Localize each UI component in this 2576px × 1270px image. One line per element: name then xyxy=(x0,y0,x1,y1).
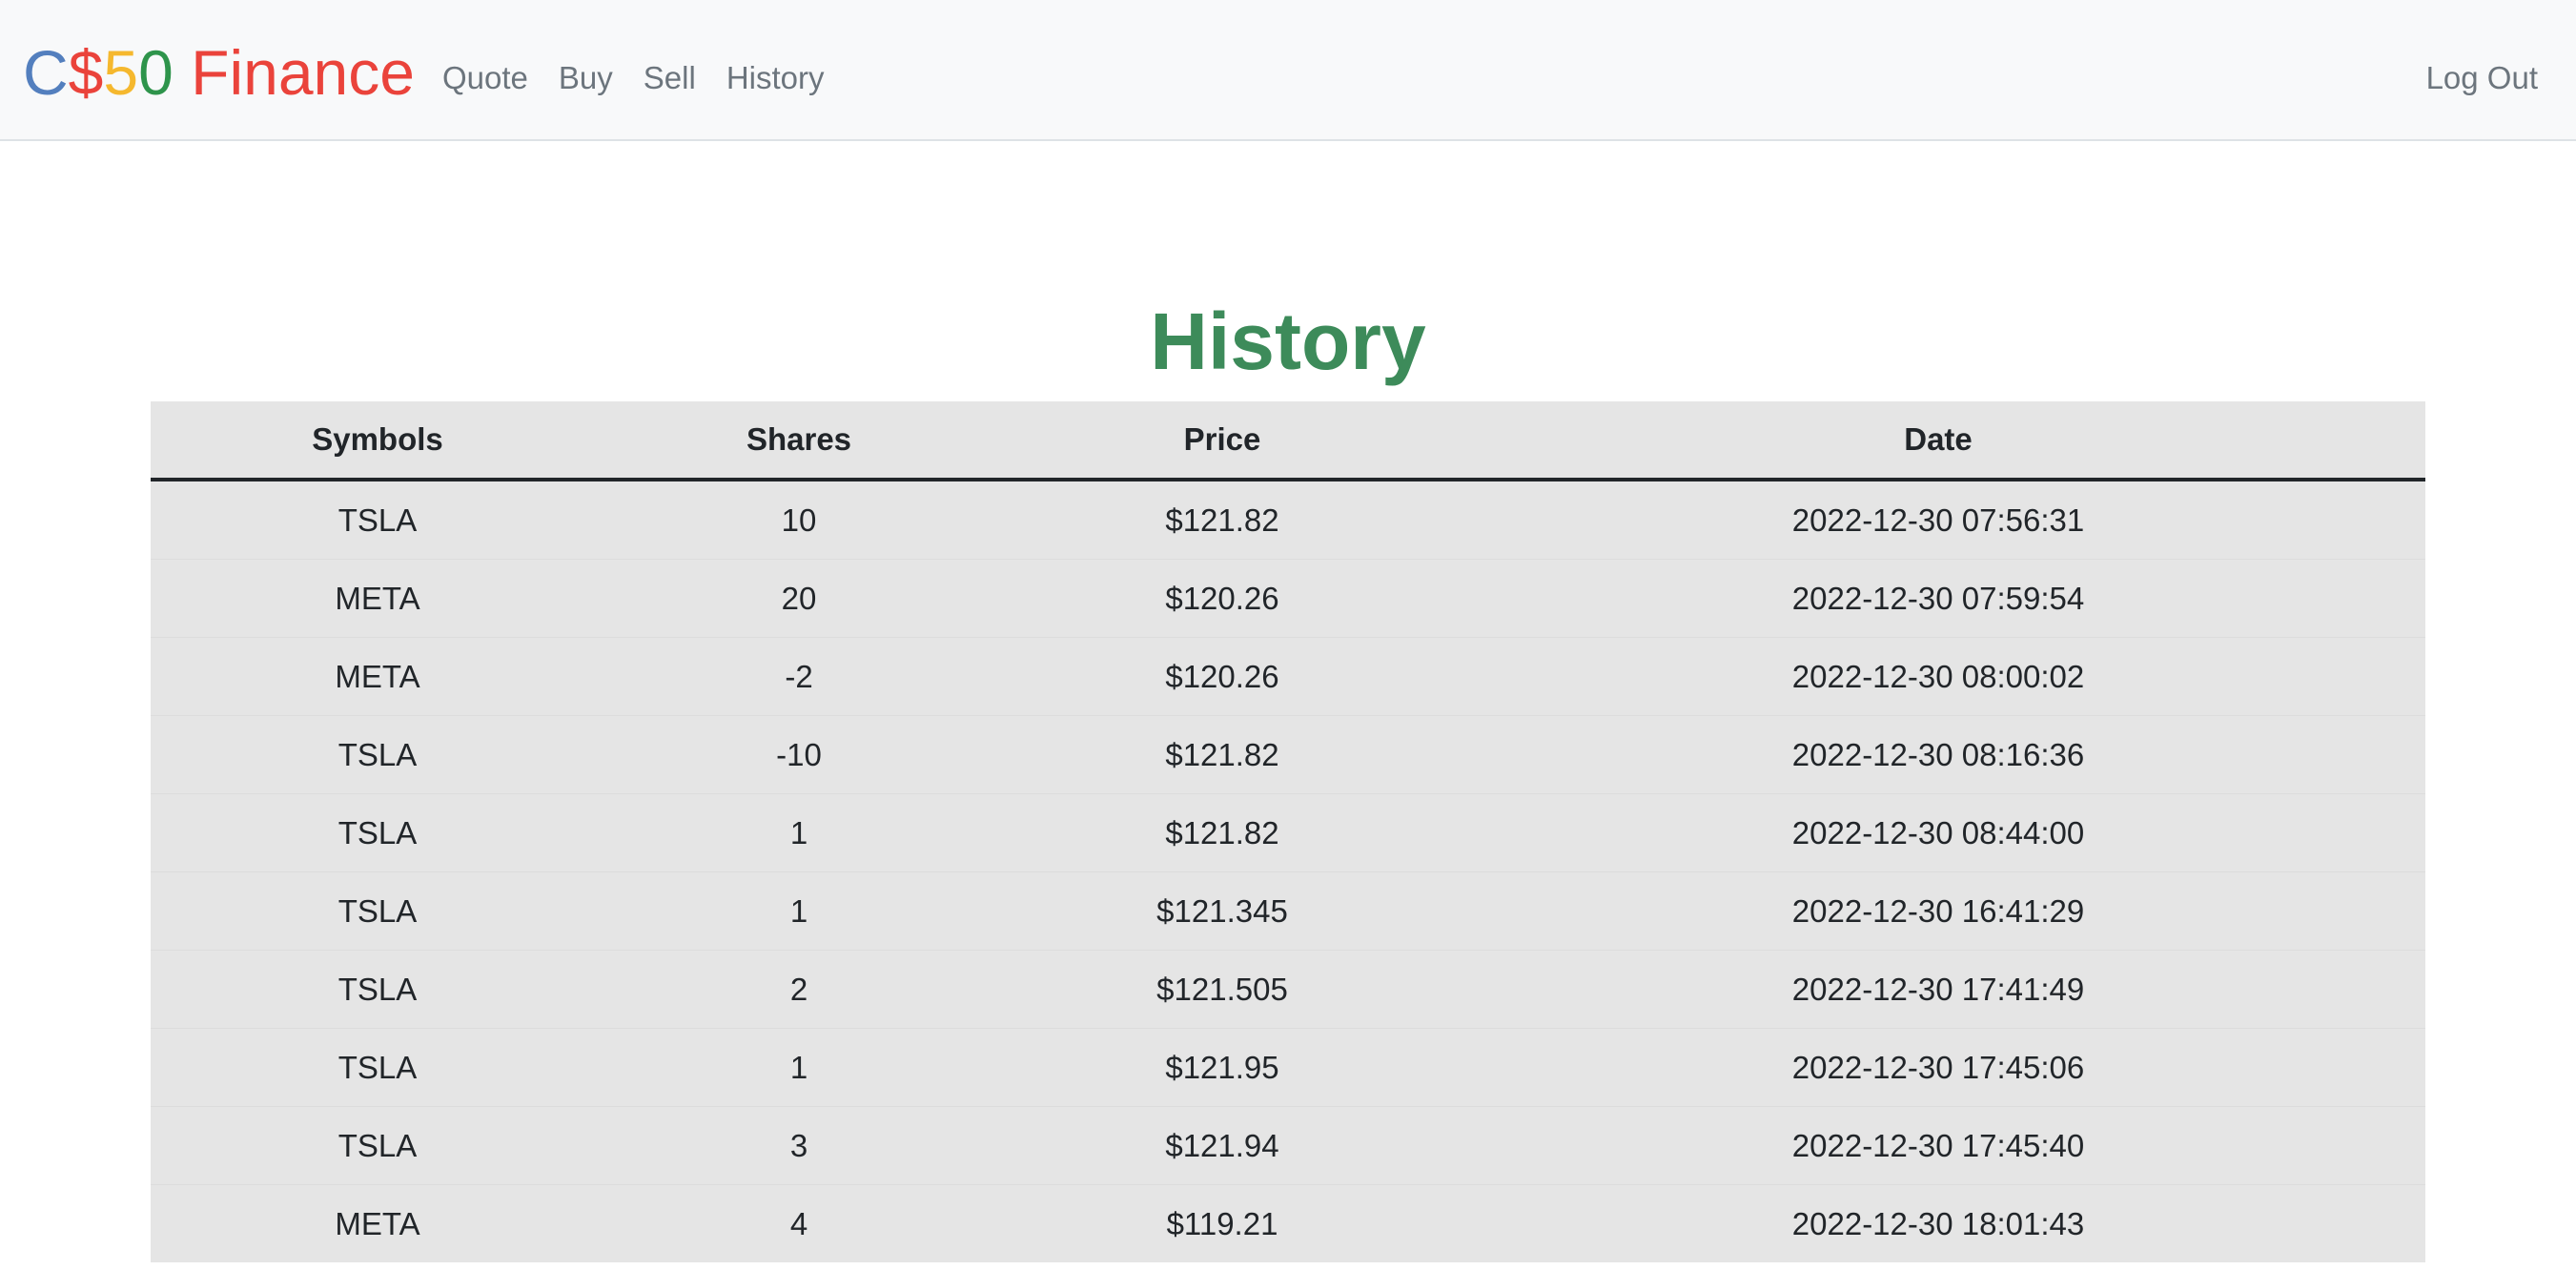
cell-date: 2022-12-30 17:41:49 xyxy=(1451,950,2425,1029)
cell-symbol: TSLA xyxy=(151,479,604,560)
cell-shares: 3 xyxy=(604,1106,993,1185)
brand-char-5: 5 xyxy=(103,37,139,108)
cell-date: 2022-12-30 17:45:40 xyxy=(1451,1106,2425,1185)
cell-shares: -2 xyxy=(604,637,993,716)
table-row: META 4 $119.21 2022-12-30 18:01:43 xyxy=(151,1184,2425,1262)
cell-shares: 2 xyxy=(604,950,993,1029)
header-price: Price xyxy=(993,401,1451,481)
cell-date: 2022-12-30 08:16:36 xyxy=(1451,715,2425,794)
brand-char-c: C xyxy=(23,37,69,108)
cell-symbol: TSLA xyxy=(151,871,604,951)
header-symbols: Symbols xyxy=(151,401,604,481)
table-header: Symbols Shares Price Date xyxy=(151,401,2425,481)
cell-price: $121.95 xyxy=(993,1028,1451,1107)
cell-symbol: TSLA xyxy=(151,950,604,1029)
cell-symbol: TSLA xyxy=(151,1106,604,1185)
brand-char-dollar: $ xyxy=(68,37,104,108)
table-row: TSLA 3 $121.94 2022-12-30 17:45:40 xyxy=(151,1106,2425,1185)
cell-shares: 4 xyxy=(604,1184,993,1262)
navbar: C$50 Finance Quote Buy Sell History Log … xyxy=(0,0,2576,141)
cell-shares: -10 xyxy=(604,715,993,794)
cell-date: 2022-12-30 08:00:02 xyxy=(1451,637,2425,716)
cell-shares: 1 xyxy=(604,1028,993,1107)
header-row: Symbols Shares Price Date xyxy=(151,401,2425,481)
page-title: History xyxy=(1150,297,1426,386)
cell-price: $119.21 xyxy=(993,1184,1451,1262)
cell-shares: 10 xyxy=(604,479,993,560)
history-table-container: Symbols Shares Price Date TSLA 10 $121.82 2… xyxy=(151,401,2425,1262)
nav-link-buy[interactable]: Buy xyxy=(559,55,613,101)
cell-symbol: META xyxy=(151,1184,604,1262)
cell-symbol: META xyxy=(151,637,604,716)
nav-links: Quote Buy Sell History xyxy=(442,55,855,101)
table-row: TSLA 1 $121.345 2022-12-30 16:41:29 xyxy=(151,871,2425,951)
nav-link-quote[interactable]: Quote xyxy=(442,55,528,101)
table-body: TSLA 10 $121.82 2022-12-30 07:56:31 META 20 $1… xyxy=(151,479,2425,1262)
cell-shares: 1 xyxy=(604,793,993,872)
table-row: TSLA 1 $121.82 2022-12-30 08:44:00 xyxy=(151,793,2425,872)
cell-shares: 1 xyxy=(604,871,993,951)
cell-price: $121.505 xyxy=(993,950,1451,1029)
header-date: Date xyxy=(1451,401,2425,481)
cell-price: $121.345 xyxy=(993,871,1451,951)
cell-price: $120.26 xyxy=(993,559,1451,638)
cell-date: 2022-12-30 07:59:54 xyxy=(1451,559,2425,638)
table-row: META -2 $120.26 2022-12-30 08:00:02 xyxy=(151,637,2425,716)
cell-date: 2022-12-30 16:41:29 xyxy=(1451,871,2425,951)
cell-date: 2022-12-30 17:45:06 xyxy=(1451,1028,2425,1107)
brand-char-0: 0 xyxy=(138,37,174,108)
nav-link-history[interactable]: History xyxy=(726,55,825,101)
history-table: Symbols Shares Price Date TSLA 10 $121.82 2… xyxy=(151,401,2425,1262)
table-row: META 20 $120.26 2022-12-30 07:59:54 xyxy=(151,559,2425,638)
cell-price: $121.82 xyxy=(993,715,1451,794)
header-shares: Shares xyxy=(604,401,993,481)
nav-link-sell[interactable]: Sell xyxy=(644,55,696,101)
brand-logo-link[interactable]: C$50 Finance xyxy=(23,34,415,111)
table-row: TSLA 2 $121.505 2022-12-30 17:41:49 xyxy=(151,950,2425,1029)
cell-price: $121.94 xyxy=(993,1106,1451,1185)
cell-price: $121.82 xyxy=(993,793,1451,872)
cell-symbol: TSLA xyxy=(151,715,604,794)
cell-price: $121.82 xyxy=(993,479,1451,560)
cell-shares: 20 xyxy=(604,559,993,638)
cell-symbol: TSLA xyxy=(151,1028,604,1107)
table-row: TSLA -10 $121.82 2022-12-30 08:16:36 xyxy=(151,715,2425,794)
table-row: TSLA 1 $121.95 2022-12-30 17:45:06 xyxy=(151,1028,2425,1107)
cell-date: 2022-12-30 07:56:31 xyxy=(1451,479,2425,560)
logout-link[interactable]: Log Out xyxy=(2426,55,2538,101)
table-row: TSLA 10 $121.82 2022-12-30 07:56:31 xyxy=(151,479,2425,560)
cell-symbol: META xyxy=(151,559,604,638)
brand-word-finance: Finance xyxy=(173,37,415,108)
cell-symbol: TSLA xyxy=(151,793,604,872)
cell-price: $120.26 xyxy=(993,637,1451,716)
cell-date: 2022-12-30 08:44:00 xyxy=(1451,793,2425,872)
cell-date: 2022-12-30 18:01:43 xyxy=(1451,1184,2425,1262)
